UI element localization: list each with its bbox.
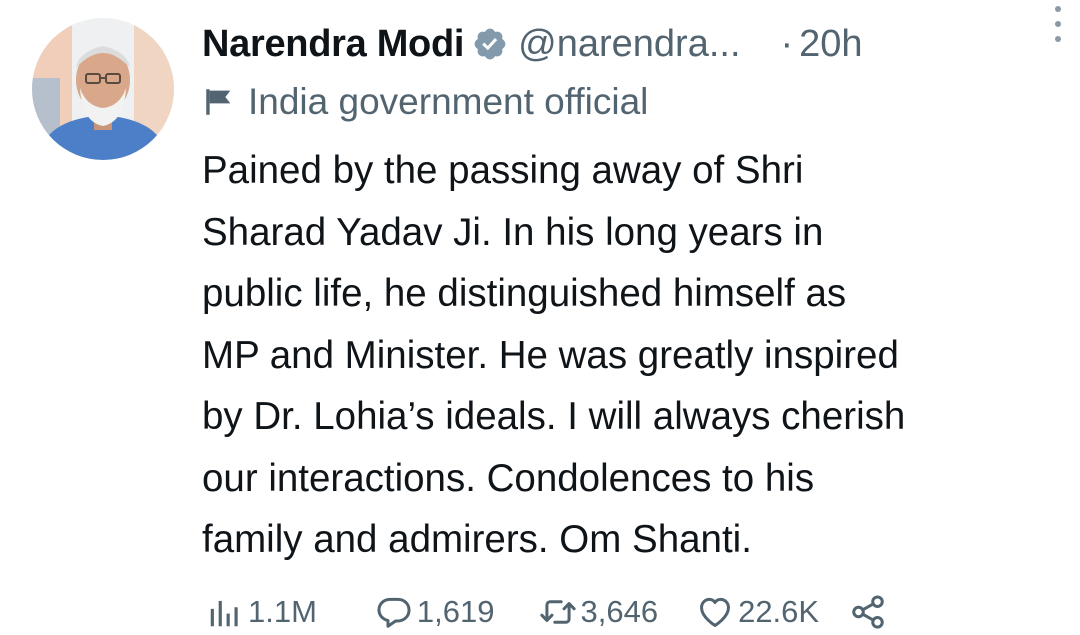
author-name[interactable]: Narendra Modi [202,23,464,66]
more-dot [1055,6,1061,12]
reply-button[interactable]: 1,619 [375,593,495,631]
more-options-icon[interactable] [1050,6,1066,42]
reply-count: 1,619 [416,594,495,629]
tweet-timestamp[interactable]: 20h [799,23,862,66]
separator-dot: · [780,22,794,65]
tweet-text: Pained by the passing away of Shri Shara… [202,140,1062,571]
reply-icon [377,597,411,628]
more-dot [1055,36,1061,42]
tweet-text-line: by Dr. Lohia’s ideals. I will always che… [202,395,906,438]
tweet-text-line: Pained by the passing away of Shri [202,149,804,192]
share-button[interactable] [849,593,887,631]
author-handle[interactable]: @narendra... [518,23,740,66]
views-count: 1.1M [248,594,317,629]
share-icon [852,595,884,629]
heart-icon [700,597,731,627]
more-dot [1055,21,1061,27]
tweet-text-line: our interactions. Condolences to his [202,456,815,500]
retweet-count: 3,646 [580,594,659,629]
tweet-text-line: MP and Minister. He was greatly inspired [202,333,899,377]
views-icon [210,600,238,627]
retweet-button[interactable]: 3,646 [539,593,659,631]
views-button[interactable]: 1.1M [206,593,317,631]
affiliation-label: India government official [202,80,648,124]
retweet-icon [539,600,576,624]
avatar[interactable] [32,18,174,160]
like-button[interactable]: 22.6K [696,593,819,631]
action-bar: 1.1M 1,619 3,646 22.6K [206,590,1066,634]
tweet-header: Narendra Modi @narendra... · 20h [202,20,1042,68]
affiliation-label-text: India government official [248,81,649,122]
like-count: 22.6K [738,594,820,629]
avatar-image [32,18,174,160]
tweet-text-line: Sharad Yadav Ji. In his long years in [202,210,824,254]
verified-badge-icon[interactable] [472,26,508,62]
flag-icon [206,89,231,115]
tweet-text-line: public life, he distinguished himself as [202,272,847,315]
tweet-card[interactable]: Narendra Modi @narendra... · 20h India g… [0,0,1080,635]
tweet-text-line: family and admirers. Om Shanti. [202,518,752,561]
